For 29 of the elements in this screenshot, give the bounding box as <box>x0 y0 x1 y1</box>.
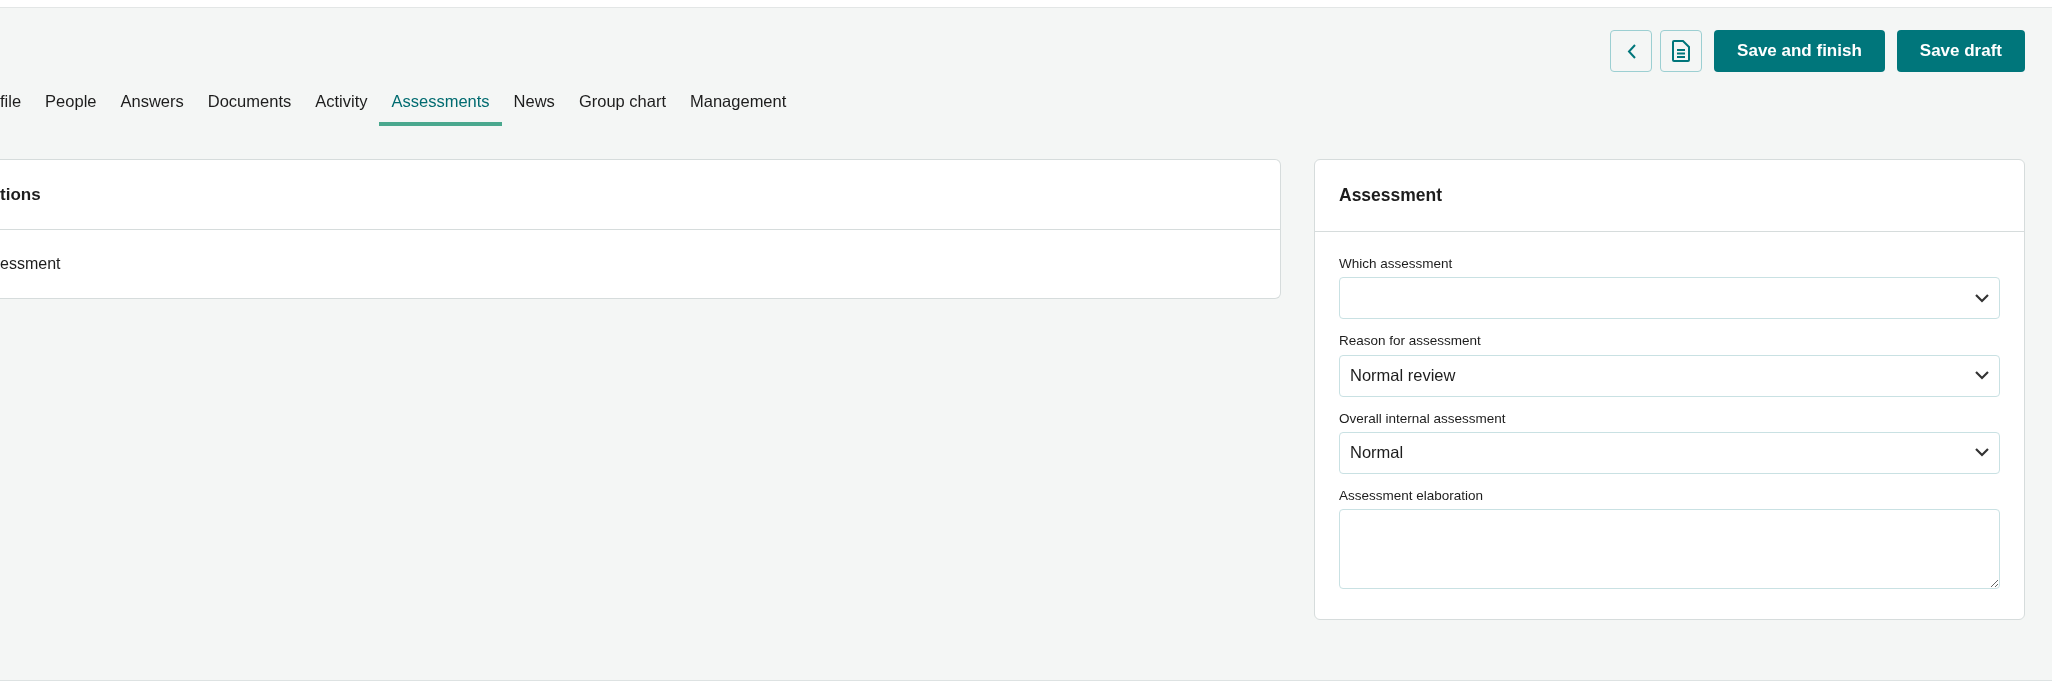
chevron-down-icon <box>1975 448 1989 458</box>
field-label: Which assessment <box>1339 255 1454 273</box>
select-field[interactable]: Normal review <box>1339 354 2000 397</box>
field-label: Reason for assessment <box>1339 332 1482 351</box>
text-area[interactable] <box>1339 509 2000 589</box>
tab[interactable]: file <box>0 88 34 126</box>
field-label: Overall internal assessment <box>1339 409 1507 428</box>
document-button[interactable] <box>1660 30 1703 72</box>
list-item[interactable]: essment <box>0 252 61 276</box>
document-icon <box>1672 40 1691 62</box>
tab[interactable]: Management <box>678 88 799 126</box>
tab[interactable]: Activity <box>303 88 380 126</box>
chevron-left-icon <box>1626 43 1636 59</box>
save-button[interactable]: Save and finish <box>1714 30 1885 72</box>
select-field[interactable] <box>1339 277 2000 320</box>
tab[interactable]: Group chart <box>566 88 678 126</box>
chevron-down-icon <box>1975 371 1989 380</box>
back-button[interactable] <box>1610 30 1653 72</box>
panel-title: Assessment <box>1339 184 1443 208</box>
tab[interactable]: Documents <box>195 88 304 126</box>
tab[interactable]: People <box>33 88 109 126</box>
chevron-down-icon <box>1975 293 1989 303</box>
card-title: tions <box>0 160 1280 230</box>
field-label: Assessment elaboration <box>1339 486 1485 505</box>
tab[interactable]: News <box>501 88 567 126</box>
select-field[interactable]: Normal <box>1339 431 2000 474</box>
tab[interactable]: Assessments <box>379 88 502 126</box>
save-button[interactable]: Save draft <box>1896 30 2025 72</box>
tab[interactable]: Answers <box>108 88 196 126</box>
